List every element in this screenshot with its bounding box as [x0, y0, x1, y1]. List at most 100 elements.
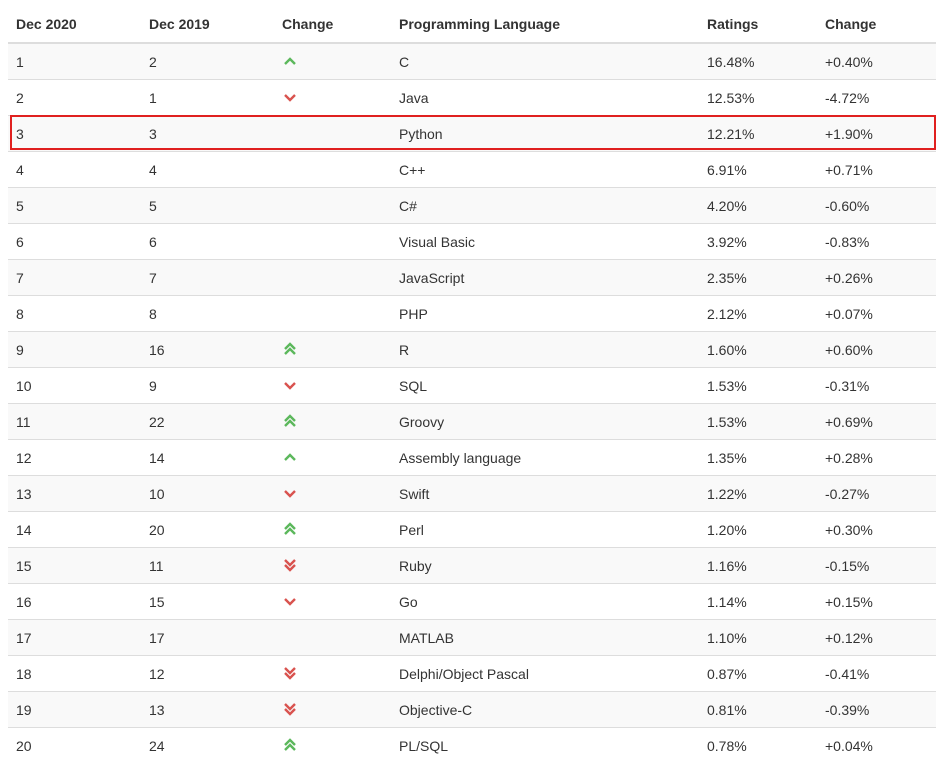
- rank-2019-cell: 4: [141, 151, 274, 188]
- header-programming-language: Programming Language: [391, 6, 699, 44]
- double-chevron-down-icon: [284, 558, 296, 572]
- chevron-down-icon: [284, 93, 296, 102]
- rank-2020-cell: 6: [8, 223, 141, 260]
- table-row: 2 1 Java 12.53% -4.72%: [8, 79, 936, 116]
- rank-2019-cell: 14: [141, 439, 274, 476]
- rating-cell: 12.53%: [699, 79, 817, 116]
- change-cell: +0.40%: [817, 42, 936, 80]
- change-cell: -0.41%: [817, 655, 936, 692]
- language-cell: Objective-C: [391, 691, 699, 728]
- change-cell: +0.69%: [817, 403, 936, 440]
- chevron-down-icon: [284, 597, 296, 606]
- change-cell: +0.30%: [817, 511, 936, 548]
- language-cell: Assembly language: [391, 439, 699, 476]
- rating-cell: 1.60%: [699, 331, 817, 368]
- change-cell: +0.71%: [817, 151, 936, 188]
- language-cell: PHP: [391, 295, 699, 332]
- rating-cell: 4.20%: [699, 187, 817, 224]
- change-cell: -4.72%: [817, 79, 936, 116]
- table-body: 1 2 C 16.48% +0.40% 2 1 Java 12.53% -4.72% 3 3 Pytho…: [8, 42, 936, 763]
- table-row: 6 6 Visual Basic 3.92% -0.83%: [8, 223, 936, 260]
- rank-2019-cell: 3: [141, 115, 274, 152]
- language-cell: PL/SQL: [391, 727, 699, 763]
- trend-cell: [274, 79, 391, 116]
- chevron-up-icon: [284, 56, 296, 65]
- language-cell: Perl: [391, 511, 699, 548]
- rating-cell: 12.21%: [699, 115, 817, 152]
- trend-cell: [274, 655, 391, 692]
- rating-cell: 1.53%: [699, 403, 817, 440]
- table-row: 8 8 PHP 2.12% +0.07%: [8, 295, 936, 332]
- trend-cell: [274, 223, 391, 260]
- language-cell: C++: [391, 151, 699, 188]
- change-cell: +0.15%: [817, 583, 936, 620]
- change-cell: -0.27%: [817, 475, 936, 512]
- trend-cell: [274, 187, 391, 224]
- table-row: 17 17 MATLAB 1.10% +0.12%: [8, 619, 936, 656]
- rating-cell: 2.35%: [699, 259, 817, 296]
- table-row: 4 4 C++ 6.91% +0.71%: [8, 151, 936, 188]
- language-ranking-table: Dec 2020 Dec 2019 Change Programming Lan…: [8, 6, 936, 763]
- trend-cell: [274, 331, 391, 368]
- language-cell: Delphi/Object Pascal: [391, 655, 699, 692]
- rank-2020-cell: 4: [8, 151, 141, 188]
- language-cell: MATLAB: [391, 619, 699, 656]
- ranking-page: Dec 2020 Dec 2019 Change Programming Lan…: [0, 0, 944, 769]
- rank-2020-cell: 7: [8, 259, 141, 296]
- rank-2019-cell: 8: [141, 295, 274, 332]
- table-row: 19 13 Objective-C 0.81% -0.39%: [8, 691, 936, 728]
- rank-2020-cell: 19: [8, 691, 141, 728]
- rank-2019-cell: 24: [141, 727, 274, 763]
- table-row: 5 5 C# 4.20% -0.60%: [8, 187, 936, 224]
- language-cell: Python: [391, 115, 699, 152]
- header-row: Dec 2020 Dec 2019 Change Programming Lan…: [8, 6, 936, 44]
- rating-cell: 1.35%: [699, 439, 817, 476]
- table-row: 13 10 Swift 1.22% -0.27%: [8, 475, 936, 512]
- table-row: 3 3 Python 12.21% +1.90%: [8, 115, 936, 152]
- rank-2019-cell: 10: [141, 475, 274, 512]
- rank-2019-cell: 12: [141, 655, 274, 692]
- header-dec-2020: Dec 2020: [8, 6, 141, 44]
- trend-cell: [274, 583, 391, 620]
- rating-cell: 16.48%: [699, 42, 817, 80]
- double-chevron-up-icon: [284, 737, 296, 751]
- language-cell: JavaScript: [391, 259, 699, 296]
- language-cell: Visual Basic: [391, 223, 699, 260]
- rank-2020-cell: 5: [8, 187, 141, 224]
- rank-2020-cell: 1: [8, 42, 141, 80]
- double-chevron-down-icon: [284, 666, 296, 680]
- chevron-down-icon: [284, 381, 296, 390]
- header-dec-2019: Dec 2019: [141, 6, 274, 44]
- rank-2020-cell: 2: [8, 79, 141, 116]
- rank-2020-cell: 20: [8, 727, 141, 763]
- table-row: 10 9 SQL 1.53% -0.31%: [8, 367, 936, 404]
- trend-cell: [274, 259, 391, 296]
- trend-cell: [274, 511, 391, 548]
- rating-cell: 1.16%: [699, 547, 817, 584]
- trend-cell: [274, 151, 391, 188]
- change-cell: -0.15%: [817, 547, 936, 584]
- rank-2019-cell: 5: [141, 187, 274, 224]
- change-cell: -0.39%: [817, 691, 936, 728]
- trend-cell: [274, 475, 391, 512]
- rank-2019-cell: 13: [141, 691, 274, 728]
- table-row: 14 20 Perl 1.20% +0.30%: [8, 511, 936, 548]
- rank-2019-cell: 16: [141, 331, 274, 368]
- header-change-percent: Change: [817, 6, 936, 44]
- rating-cell: 2.12%: [699, 295, 817, 332]
- change-cell: +0.28%: [817, 439, 936, 476]
- table-row: 1 2 C 16.48% +0.40%: [8, 42, 936, 80]
- double-chevron-up-icon: [284, 413, 296, 427]
- language-cell: Java: [391, 79, 699, 116]
- rank-2019-cell: 22: [141, 403, 274, 440]
- rank-2020-cell: 16: [8, 583, 141, 620]
- rating-cell: 6.91%: [699, 151, 817, 188]
- trend-cell: [274, 691, 391, 728]
- change-cell: -0.83%: [817, 223, 936, 260]
- rank-2019-cell: 1: [141, 79, 274, 116]
- rank-2019-cell: 17: [141, 619, 274, 656]
- rating-cell: 0.78%: [699, 727, 817, 763]
- double-chevron-up-icon: [284, 341, 296, 355]
- change-cell: +1.90%: [817, 115, 936, 152]
- double-chevron-down-icon: [284, 702, 296, 716]
